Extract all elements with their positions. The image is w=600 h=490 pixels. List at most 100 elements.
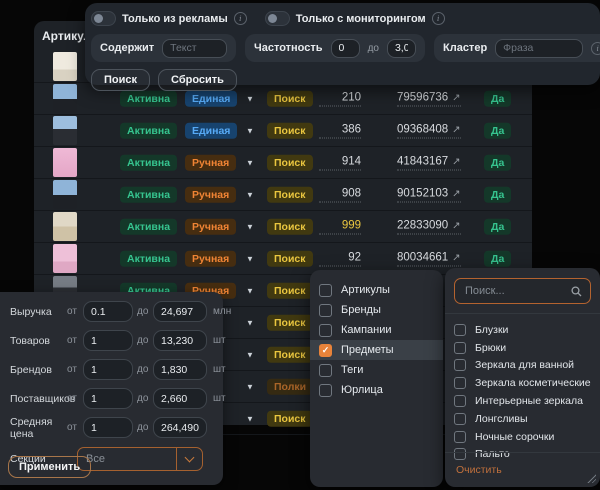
chevron-down-icon[interactable]	[176, 448, 202, 470]
chevron-down-icon[interactable]	[246, 254, 254, 263]
checkbox[interactable]	[454, 431, 466, 443]
frequency-from-input[interactable]	[331, 39, 360, 58]
article-code-link[interactable]: 79596736	[397, 91, 461, 106]
checkbox[interactable]	[454, 359, 466, 371]
items-list-item[interactable]: Интерьерные зеркала	[454, 392, 600, 410]
product-thumbnail[interactable]	[53, 84, 77, 113]
items-list-item[interactable]: Блузки	[454, 321, 600, 339]
checkbox[interactable]	[454, 342, 466, 354]
checkbox[interactable]	[454, 377, 466, 389]
clear-button[interactable]: Очистить	[456, 464, 502, 476]
reset-button[interactable]: Сбросить	[158, 69, 237, 91]
frequency-to-input[interactable]	[387, 39, 416, 58]
cluster-input[interactable]	[495, 39, 583, 58]
frequency-value[interactable]: 210	[319, 91, 361, 106]
search-button[interactable]: Поиск	[91, 69, 150, 91]
info-icon[interactable]	[591, 42, 600, 55]
checkbox[interactable]	[319, 384, 332, 397]
product-thumbnail[interactable]	[53, 52, 77, 81]
chevron-down-icon[interactable]	[246, 414, 254, 423]
search-badge[interactable]: Полки	[267, 378, 313, 395]
range-from-input[interactable]	[83, 359, 133, 380]
mode-badge[interactable]: Единая	[185, 122, 237, 139]
chevron-down-icon[interactable]	[246, 158, 254, 167]
search-badge[interactable]: Поиск	[267, 346, 313, 363]
article-code-link[interactable]: 41843167	[397, 155, 461, 170]
product-thumbnail[interactable]	[53, 244, 77, 273]
range-to-input[interactable]	[153, 417, 207, 438]
items-list-item[interactable]: Лонгсливы	[454, 410, 600, 428]
filter-type-item[interactable]: Юрлица	[310, 380, 443, 400]
filter-type-item[interactable]: Предметы	[310, 340, 443, 360]
filter-type-item[interactable]: Кампании	[310, 320, 443, 340]
checkbox[interactable]	[319, 364, 332, 377]
article-code-link[interactable]: 09368408	[397, 123, 461, 138]
frequency-value[interactable]: 908	[319, 187, 361, 202]
search-badge[interactable]: Поиск	[267, 282, 313, 299]
frequency-value[interactable]: 92	[319, 251, 361, 266]
items-list-item[interactable]: Ночные сорочки	[454, 428, 600, 446]
monitoring-only-toggle[interactable]	[265, 11, 290, 26]
items-search-box[interactable]	[454, 278, 591, 304]
range-from-input[interactable]	[83, 388, 133, 409]
range-to-input[interactable]	[153, 388, 207, 409]
checkbox[interactable]	[319, 284, 332, 297]
items-list-item[interactable]: Зеркала косметические	[454, 374, 600, 392]
article-code-link[interactable]: 90152103	[397, 187, 461, 202]
checkbox[interactable]	[454, 395, 466, 407]
filter-type-item[interactable]: Теги	[310, 360, 443, 380]
search-badge[interactable]: Поиск	[267, 122, 313, 139]
filter-type-item[interactable]: Артикулы	[310, 280, 443, 300]
article-code-link[interactable]: 22833090	[397, 219, 461, 234]
frequency-value[interactable]: 386	[319, 123, 361, 138]
frequency-value[interactable]: 914	[319, 155, 361, 170]
product-thumbnail[interactable]	[53, 180, 77, 209]
frequency-value[interactable]: 999	[319, 219, 361, 234]
info-icon[interactable]	[432, 12, 445, 25]
items-list-item[interactable]: Зеркала для ванной	[454, 357, 600, 375]
mode-badge[interactable]: Ручная	[185, 250, 236, 267]
checkbox[interactable]	[319, 324, 332, 337]
items-search-input[interactable]	[463, 284, 571, 298]
range-to-input[interactable]	[153, 359, 207, 380]
ads-only-toggle[interactable]	[91, 11, 116, 26]
chevron-down-icon[interactable]	[246, 286, 254, 295]
range-from-input[interactable]	[83, 301, 133, 322]
range-from-input[interactable]	[83, 330, 133, 351]
search-badge[interactable]: Поиск	[267, 410, 313, 427]
checkbox[interactable]	[454, 413, 466, 425]
filter-type-item[interactable]: Бренды	[310, 300, 443, 320]
search-badge[interactable]: Поиск	[267, 218, 313, 235]
product-thumbnail[interactable]	[53, 148, 77, 177]
contains-input[interactable]	[162, 39, 227, 58]
range-from-input[interactable]	[83, 417, 133, 438]
search-badge[interactable]: Поиск	[267, 186, 313, 203]
product-thumbnail[interactable]	[53, 212, 77, 241]
chevron-down-icon[interactable]	[246, 350, 254, 359]
checkbox[interactable]	[319, 304, 332, 317]
article-code-link[interactable]: 80034661	[397, 251, 461, 266]
sections-select[interactable]: Все	[77, 447, 203, 471]
mode-badge[interactable]: Ручная	[185, 186, 236, 203]
items-list-item[interactable]: Брюки	[454, 339, 600, 357]
chevron-down-icon[interactable]	[246, 222, 254, 231]
search-badge[interactable]: Поиск	[267, 250, 313, 267]
product-thumbnail[interactable]	[53, 116, 77, 145]
search-badge[interactable]: Поиск	[267, 90, 313, 107]
search-badge[interactable]: Поиск	[267, 154, 313, 171]
info-icon[interactable]	[234, 12, 247, 25]
mode-badge[interactable]: Ручная	[185, 154, 236, 171]
checkbox[interactable]	[319, 344, 332, 357]
search-badge[interactable]: Поиск	[267, 314, 313, 331]
apply-button[interactable]: Применить	[8, 456, 91, 478]
chevron-down-icon[interactable]	[246, 382, 254, 391]
mode-badge[interactable]: Единая	[185, 90, 237, 107]
mode-badge[interactable]: Ручная	[185, 218, 236, 235]
range-to-input[interactable]	[153, 301, 207, 322]
chevron-down-icon[interactable]	[246, 126, 254, 135]
chevron-down-icon[interactable]	[246, 94, 254, 103]
chevron-down-icon[interactable]	[246, 190, 254, 199]
range-to-input[interactable]	[153, 330, 207, 351]
chevron-down-icon[interactable]	[246, 318, 254, 327]
checkbox[interactable]	[454, 324, 466, 336]
